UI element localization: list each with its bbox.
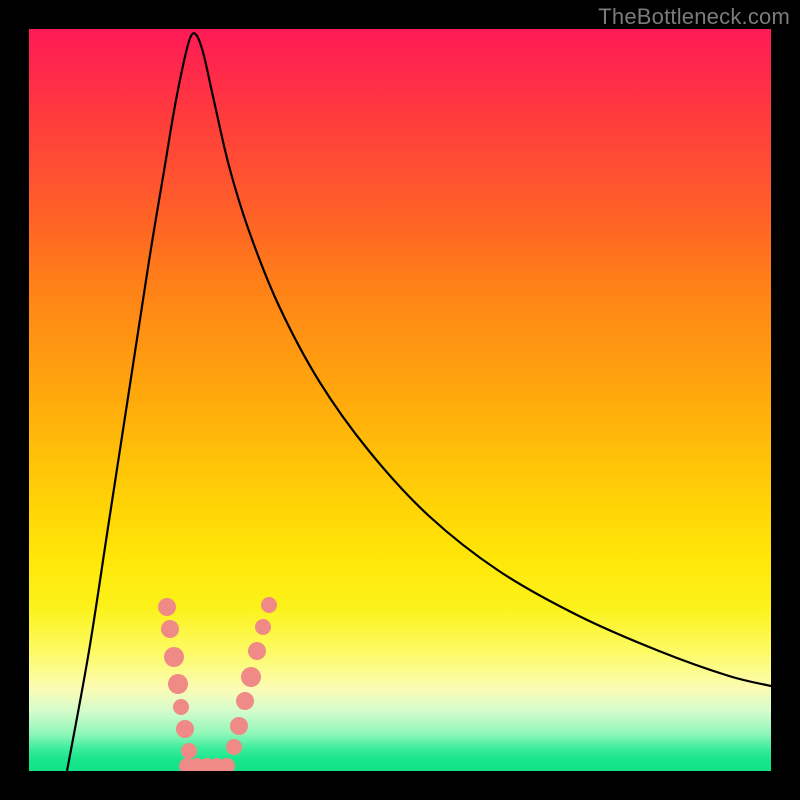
- sample-dot: [176, 720, 194, 738]
- sample-dots: [158, 597, 277, 771]
- sample-dot: [158, 598, 176, 616]
- sample-dot: [164, 647, 184, 667]
- plot-area: [29, 29, 771, 771]
- sample-dot: [248, 642, 266, 660]
- sample-dot: [236, 692, 254, 710]
- sample-dot: [168, 674, 188, 694]
- curve-layer: [29, 29, 771, 771]
- sample-dot: [173, 699, 189, 715]
- sample-dot: [161, 620, 179, 638]
- chart-frame: TheBottleneck.com: [0, 0, 800, 800]
- watermark-text: TheBottleneck.com: [598, 4, 790, 30]
- sample-dot: [241, 667, 261, 687]
- sample-dot: [261, 597, 277, 613]
- sample-dot: [181, 743, 197, 759]
- sample-dot: [230, 717, 248, 735]
- sample-dot: [255, 619, 271, 635]
- sample-dot: [226, 739, 242, 755]
